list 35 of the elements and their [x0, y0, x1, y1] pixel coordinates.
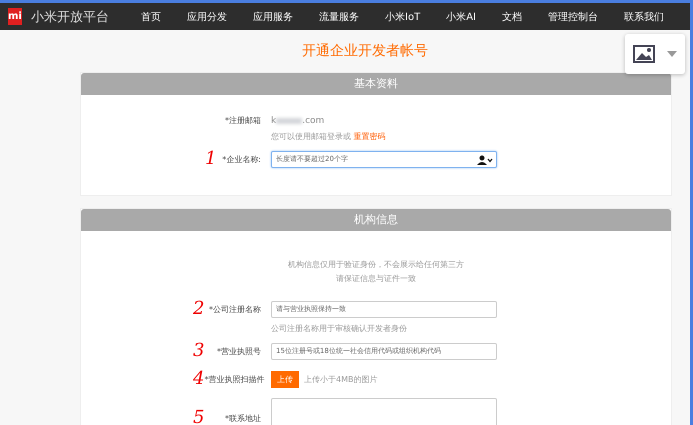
image-popup[interactable]: [625, 34, 685, 74]
contact-icon: [477, 154, 493, 164]
brand-name[interactable]: 小米开放平台: [30, 8, 122, 26]
nav-link[interactable]: 首页: [141, 10, 162, 24]
section-header: 机构信息: [81, 209, 671, 231]
hint-text: 公司注册名称用于审核确认开发者身份: [271, 323, 407, 334]
hint-text: 上传小于4MB的图片: [304, 374, 378, 384]
field-label: *营业执照扫描件: [204, 374, 264, 384]
nav-link[interactable]: 流量服务: [319, 10, 360, 24]
handwritten-mark: 2: [193, 300, 204, 318]
handwritten-mark: 5: [193, 409, 204, 425]
section-header: 基本资料: [81, 73, 671, 95]
field-label: *注册邮箱: [224, 115, 262, 126]
handwritten-mark: 1: [205, 150, 216, 168]
page-title: 开通企业开发者帐号: [302, 43, 428, 59]
nav-link[interactable]: 联系我们: [624, 10, 664, 24]
nav-link[interactable]: 小米AI: [446, 10, 476, 24]
field-label: *营业执照号: [217, 346, 261, 356]
nav-link[interactable]: 应用服务: [253, 10, 294, 24]
nav-link[interactable]: 小米IoT: [385, 10, 420, 24]
field-label: *公司注册名称: [209, 304, 261, 314]
hint-text: 您可以使用邮箱登录或 重置密码: [271, 131, 386, 142]
nav-link[interactable]: 文档: [502, 10, 522, 24]
handwritten-mark: 4: [193, 370, 204, 388]
logo-icon[interactable]: mi: [8, 8, 22, 25]
notice-text: 请保证信息与证件一致: [335, 273, 417, 284]
notice-text: 机构信息仅用于验证身份，不会展示给任何第三方: [287, 259, 465, 270]
handwritten-mark: 3: [193, 342, 204, 360]
nav-link[interactable]: 管理控制台: [548, 10, 598, 24]
nav-link[interactable]: 应用分发: [187, 10, 228, 24]
caret-icon: [667, 51, 677, 57]
field-label: *企业名称:: [222, 154, 261, 164]
email-value: k .com: [271, 116, 324, 126]
image-icon: [633, 45, 655, 63]
field-label: *联系地址: [225, 412, 261, 424]
